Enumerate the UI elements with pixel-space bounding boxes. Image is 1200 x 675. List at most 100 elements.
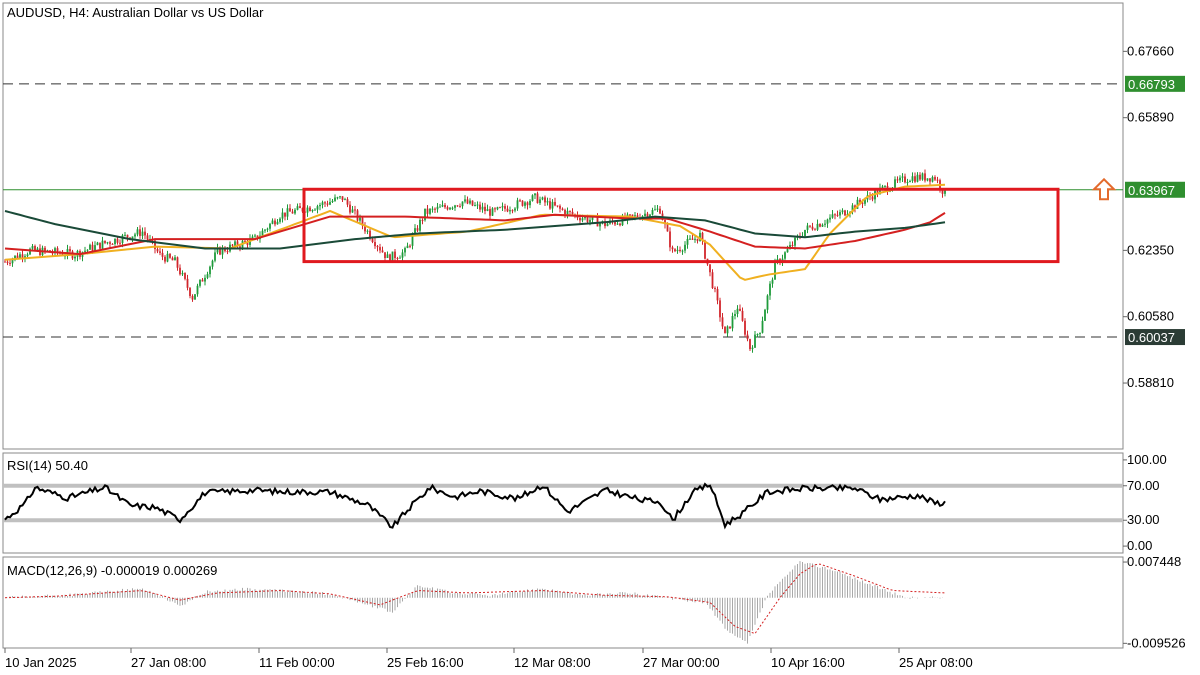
rsi-pane[interactable] bbox=[2, 452, 1124, 554]
candle-body bbox=[274, 220, 276, 225]
candle-body bbox=[674, 249, 676, 252]
candle-body bbox=[254, 235, 256, 237]
candle-body bbox=[204, 277, 206, 282]
candle-body bbox=[744, 320, 746, 335]
candle-body bbox=[924, 173, 926, 181]
candle-body bbox=[561, 208, 564, 210]
time-tick-label-3: 25 Feb 16:00 bbox=[387, 655, 464, 670]
macd-title: MACD(12,26,9) -0.000019 0.000269 bbox=[7, 563, 217, 578]
price-tick-label-3: 0.60580 bbox=[1127, 309, 1174, 324]
candle-body bbox=[391, 251, 394, 262]
candle-body bbox=[294, 209, 296, 214]
candle-body bbox=[436, 206, 439, 210]
candle-body bbox=[156, 249, 159, 252]
candle-body bbox=[819, 223, 821, 227]
candle-body bbox=[909, 180, 911, 183]
candle-body bbox=[491, 208, 494, 216]
candle-body bbox=[881, 186, 884, 188]
candle-body bbox=[101, 240, 104, 249]
candle-body bbox=[331, 200, 334, 203]
price-tag-label-0: 0.66793 bbox=[1128, 77, 1175, 92]
price-tick-label-0: 0.67660 bbox=[1127, 43, 1174, 58]
candle-body bbox=[9, 262, 11, 264]
candle-body bbox=[374, 242, 376, 247]
candle-body bbox=[644, 213, 646, 217]
candle-body bbox=[926, 178, 929, 181]
candle-body bbox=[814, 229, 816, 231]
candle-body bbox=[899, 177, 901, 181]
candle-body bbox=[309, 207, 311, 212]
candle-body bbox=[804, 229, 806, 237]
price-tick-label-2: 0.62350 bbox=[1127, 242, 1174, 257]
candle-body bbox=[631, 214, 634, 217]
candle-body bbox=[656, 208, 659, 210]
candle-body bbox=[334, 197, 336, 201]
candle-body bbox=[904, 176, 906, 183]
candle-body bbox=[764, 309, 766, 321]
candle-body bbox=[901, 176, 904, 178]
candle-body bbox=[99, 242, 101, 249]
candle-body bbox=[746, 334, 749, 340]
candle-body bbox=[684, 244, 686, 251]
time-tick-label-0: 10 Jan 2025 bbox=[5, 655, 77, 670]
candle-body bbox=[321, 202, 324, 206]
candle-body bbox=[534, 193, 536, 196]
candle-body bbox=[116, 238, 119, 243]
candle-body bbox=[406, 245, 409, 249]
candle-body bbox=[31, 246, 34, 249]
candle-body bbox=[469, 200, 471, 204]
candle-body bbox=[824, 223, 826, 225]
candle-body bbox=[166, 253, 169, 262]
candle-body bbox=[384, 252, 386, 259]
candle-body bbox=[359, 217, 361, 221]
candle-body bbox=[871, 196, 874, 200]
candle-body bbox=[26, 254, 29, 257]
candle-body bbox=[794, 237, 796, 246]
candle-body bbox=[736, 308, 739, 314]
candle-body bbox=[231, 244, 234, 246]
candle-body bbox=[531, 195, 534, 201]
candle-body bbox=[264, 229, 266, 231]
macd-tick-label-0: 0.007448 bbox=[1127, 554, 1181, 569]
chart-canvas[interactable]: 0.67660 0.65890 0.62350 0.60580 0.58810 0.66… bbox=[0, 0, 1200, 675]
candle-body bbox=[719, 300, 721, 318]
candle-body bbox=[936, 179, 939, 181]
candle-body bbox=[144, 231, 146, 236]
candle-body bbox=[581, 218, 584, 221]
candle-body bbox=[809, 225, 811, 227]
candle-body bbox=[489, 209, 491, 216]
candle-body bbox=[434, 208, 436, 210]
candle-body bbox=[284, 212, 286, 217]
candle-body bbox=[506, 208, 509, 212]
candle-body bbox=[586, 216, 589, 222]
candle-body bbox=[509, 210, 511, 212]
candle-body bbox=[404, 248, 406, 253]
candle-body bbox=[311, 209, 314, 212]
candle-body bbox=[74, 256, 76, 259]
candle-body bbox=[589, 219, 591, 222]
candle-body bbox=[894, 179, 896, 188]
candle-body bbox=[521, 200, 524, 206]
candle-body bbox=[734, 313, 736, 317]
time-tick-label-6: 10 Apr 16:00 bbox=[771, 655, 845, 670]
candle-body bbox=[931, 177, 934, 182]
candle-body bbox=[784, 252, 786, 259]
candle-body bbox=[119, 242, 121, 244]
chart-title: AUDUSD, H4: Australian Dollar vs US Doll… bbox=[7, 5, 264, 20]
candle-body bbox=[356, 210, 359, 221]
candle-body bbox=[201, 279, 204, 282]
candle-body bbox=[929, 178, 931, 182]
candle-body bbox=[571, 211, 574, 215]
candle-body bbox=[526, 202, 529, 206]
candle-body bbox=[454, 205, 456, 208]
candle-body bbox=[756, 334, 759, 336]
candle-body bbox=[529, 200, 531, 206]
candle-body bbox=[919, 174, 921, 180]
candle-body bbox=[124, 234, 126, 236]
candle-body bbox=[429, 208, 431, 214]
candle-body bbox=[449, 207, 451, 210]
candle-body bbox=[266, 228, 269, 230]
candle-body bbox=[106, 242, 109, 244]
candle-body bbox=[486, 209, 489, 212]
candle-body bbox=[934, 177, 936, 180]
